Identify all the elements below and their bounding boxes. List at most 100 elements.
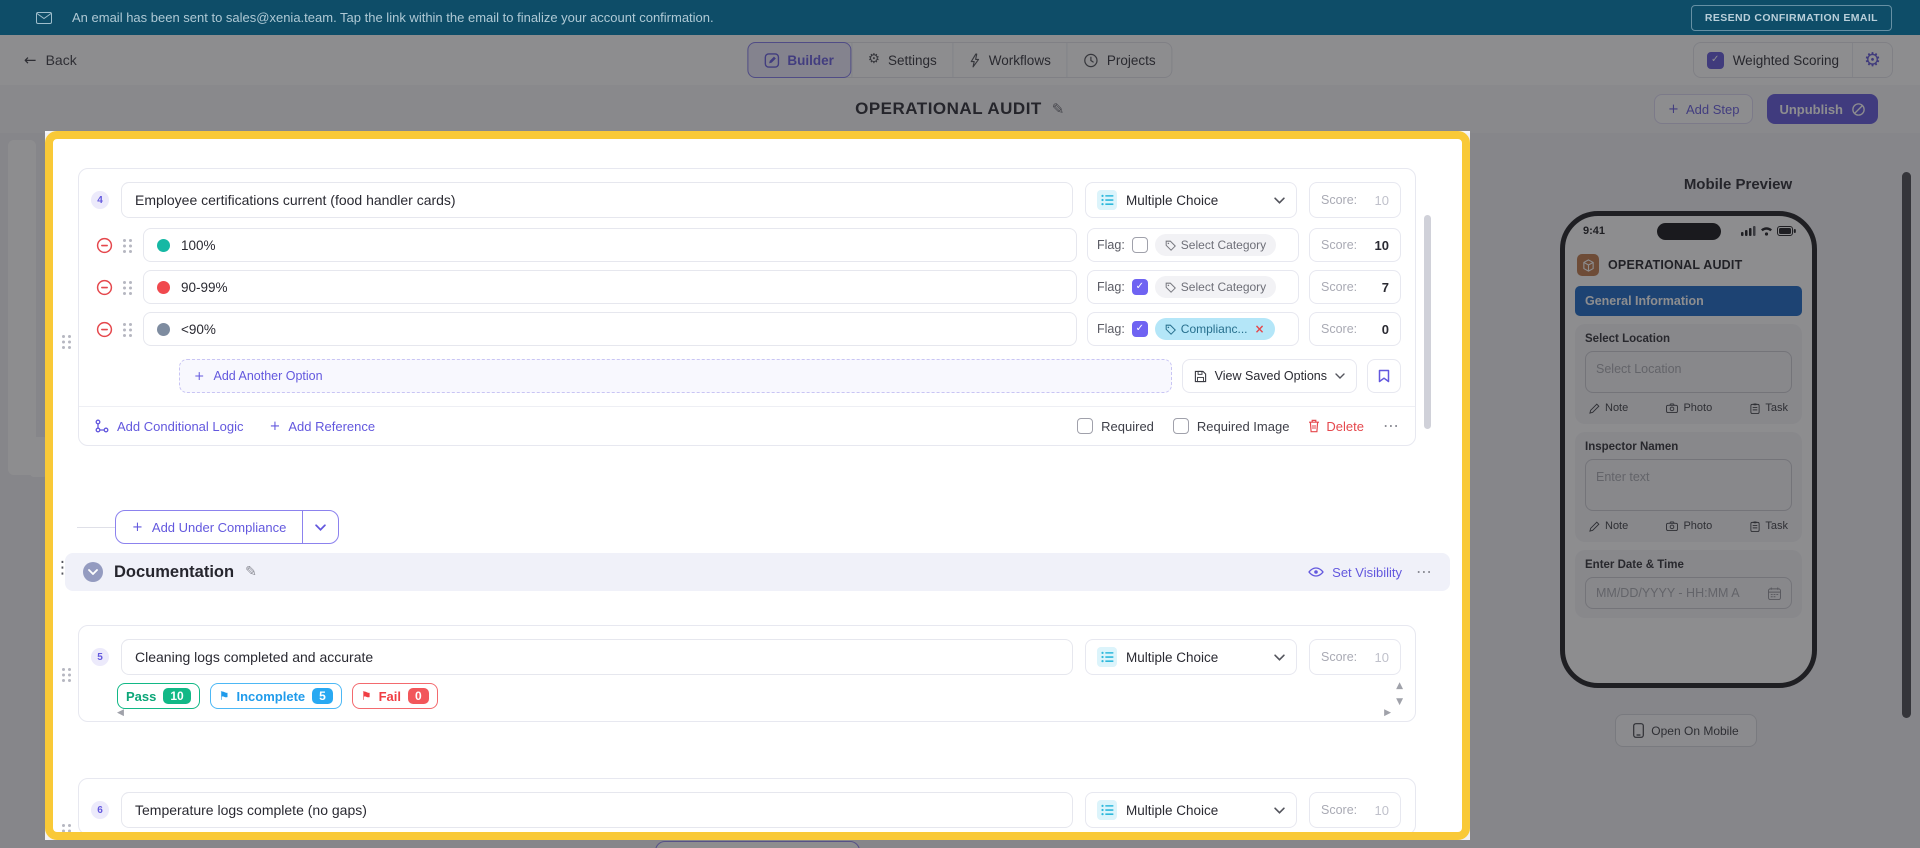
- flag-checkbox[interactable]: [1131, 237, 1148, 253]
- question-title-input[interactable]: Employee certifications current (food ha…: [121, 182, 1073, 218]
- response-type-select[interactable]: Multiple Choice: [1085, 182, 1297, 218]
- eye-icon: [1308, 567, 1324, 577]
- question-score-box[interactable]: Score: 10: [1309, 639, 1401, 675]
- flag-checkbox[interactable]: ✓: [1131, 279, 1148, 295]
- collapse-section-button[interactable]: [83, 562, 103, 582]
- option-score-box[interactable]: Score: 0: [1309, 312, 1401, 346]
- option-flag-box: Flag: ✓ Complianc... ×: [1087, 312, 1299, 346]
- tour-dim-overlay: [0, 131, 45, 840]
- multiple-choice-icon: [1097, 190, 1117, 210]
- option-flag-box: Flag: ✓ Select Category: [1087, 270, 1299, 304]
- question-card-4: 4 Employee certifications current (food …: [78, 168, 1416, 446]
- question-number-badge: 6: [91, 801, 109, 819]
- add-another-option-button[interactable]: + Add Another Option: [179, 359, 1172, 393]
- more-options-icon[interactable]: ⋯: [1383, 418, 1399, 434]
- question-card-6: 6 Temperature logs complete (no gaps) Mu…: [78, 778, 1416, 832]
- question-drag-handle[interactable]: [62, 334, 72, 349]
- flag-checkbox[interactable]: ✓: [1131, 321, 1148, 337]
- question-card-5: 5 Cleaning logs completed and accurate M…: [78, 625, 1416, 722]
- category-pill-compliance[interactable]: Complianc... ×: [1154, 318, 1275, 340]
- remove-option-button[interactable]: [96, 237, 113, 254]
- question-score-box[interactable]: Score: 10: [1309, 792, 1401, 828]
- required-toggle[interactable]: Required: [1077, 418, 1154, 434]
- confirmation-banner: An email has been sent to sales@xenia.te…: [0, 0, 1920, 35]
- flag-label: Flag:: [1097, 238, 1125, 252]
- branch-icon: [95, 419, 109, 433]
- plus-icon: +: [194, 367, 205, 383]
- add-under-dropdown-toggle[interactable]: [302, 511, 338, 543]
- remove-category-icon[interactable]: ×: [1255, 323, 1265, 335]
- save-icon: [1194, 370, 1206, 382]
- question-number-badge: 4: [91, 191, 109, 209]
- drag-handle-icon[interactable]: [123, 280, 133, 295]
- option-label-input[interactable]: 90-99%: [143, 270, 1077, 304]
- plus-icon: +: [132, 519, 143, 535]
- required-checkbox[interactable]: [1077, 418, 1094, 434]
- select-category-pill[interactable]: Select Category: [1154, 276, 1277, 298]
- plus-icon: +: [269, 418, 281, 434]
- response-type-value: Multiple Choice: [1126, 192, 1219, 208]
- bookmark-button[interactable]: [1367, 359, 1401, 393]
- chevron-down-icon: [1274, 196, 1285, 204]
- question-score-box[interactable]: Score: 10: [1309, 182, 1401, 218]
- option-label-input[interactable]: 100%: [143, 228, 1077, 262]
- flag-label: Flag:: [1097, 322, 1125, 336]
- option-label-input[interactable]: <90%: [143, 312, 1077, 346]
- tour-dim-overlay: [0, 35, 1920, 131]
- tour-spotlight-builder: 4 Employee certifications current (food …: [45, 131, 1470, 840]
- option-row: 90-99% Flag: ✓ Select Category Score: 7: [79, 266, 1415, 308]
- scroll-right-icon[interactable]: ▶: [1384, 709, 1391, 718]
- builder-scrollbar[interactable]: [1424, 215, 1431, 429]
- incomplete-badge[interactable]: ⚑ Incomplete 5: [209, 683, 342, 709]
- bookmark-icon: [1378, 369, 1390, 383]
- resend-confirmation-button[interactable]: RESEND CONFIRMATION EMAIL: [1690, 4, 1892, 31]
- option-color-dot: [157, 238, 170, 252]
- response-type-value: Multiple Choice: [1126, 649, 1219, 665]
- fail-badge[interactable]: ⚑ Fail 0: [351, 683, 438, 709]
- tag-icon: [1165, 282, 1176, 293]
- add-conditional-logic-button[interactable]: Add Conditional Logic: [95, 419, 243, 434]
- flag-icon: ⚑: [360, 689, 372, 703]
- required-image-toggle[interactable]: Required Image: [1172, 418, 1289, 434]
- remove-option-button[interactable]: [96, 279, 113, 296]
- response-type-select[interactable]: Multiple Choice: [1085, 639, 1297, 675]
- option-color-dot: [157, 322, 170, 336]
- response-badges-row: Pass 10 ⚑ Incomplete 5 ⚑ Fail 0: [79, 681, 1415, 721]
- tag-icon: [1165, 324, 1176, 335]
- view-saved-options-button[interactable]: View Saved Options: [1181, 359, 1357, 393]
- tag-icon: [1165, 240, 1176, 251]
- question-drag-handle[interactable]: [62, 823, 72, 832]
- remove-option-button[interactable]: [96, 321, 113, 338]
- question-title-input[interactable]: Cleaning logs completed and accurate: [121, 639, 1073, 675]
- banner-message: An email has been sent to sales@xenia.te…: [72, 10, 714, 25]
- option-score-box[interactable]: Score: 10: [1309, 228, 1401, 262]
- question-title-input[interactable]: Temperature logs complete (no gaps): [121, 792, 1073, 828]
- select-category-pill[interactable]: Select Category: [1154, 234, 1277, 256]
- question-drag-handle[interactable]: [62, 667, 72, 682]
- scroll-down-icon[interactable]: ▼: [1396, 698, 1403, 707]
- connector-line: [77, 527, 115, 528]
- add-reference-button[interactable]: + Add Reference: [269, 419, 375, 434]
- chevron-down-icon: [315, 523, 327, 531]
- option-score-box[interactable]: Score: 7: [1309, 270, 1401, 304]
- multiple-choice-icon: [1097, 647, 1117, 667]
- drag-handle-icon[interactable]: [123, 238, 133, 253]
- drag-handle-icon[interactable]: [123, 322, 133, 337]
- section-more-options-icon[interactable]: ⋯: [1416, 564, 1432, 580]
- scroll-up-icon[interactable]: ▲: [1396, 682, 1403, 691]
- section-header-documentation: Documentation ✎ Set Visibility ⋯: [65, 553, 1450, 591]
- required-image-checkbox[interactable]: [1172, 418, 1189, 434]
- chevron-down-icon: [1335, 373, 1345, 379]
- edit-section-icon[interactable]: ✎: [245, 565, 257, 579]
- question-number-badge: 5: [91, 648, 109, 666]
- scroll-left-icon[interactable]: ◀: [117, 709, 124, 718]
- chevron-down-icon: [88, 569, 98, 575]
- envelope-icon: [36, 11, 52, 24]
- tour-dim-overlay: [1470, 131, 1920, 840]
- option-flag-box: Flag: Select Category: [1087, 228, 1299, 262]
- response-type-select[interactable]: Multiple Choice: [1085, 792, 1297, 828]
- delete-question-button[interactable]: Delete: [1308, 419, 1364, 434]
- pass-badge[interactable]: Pass 10: [117, 683, 200, 709]
- add-under-compliance-button[interactable]: + Add Under Compliance: [115, 510, 340, 544]
- set-visibility-button[interactable]: Set Visibility: [1308, 565, 1402, 580]
